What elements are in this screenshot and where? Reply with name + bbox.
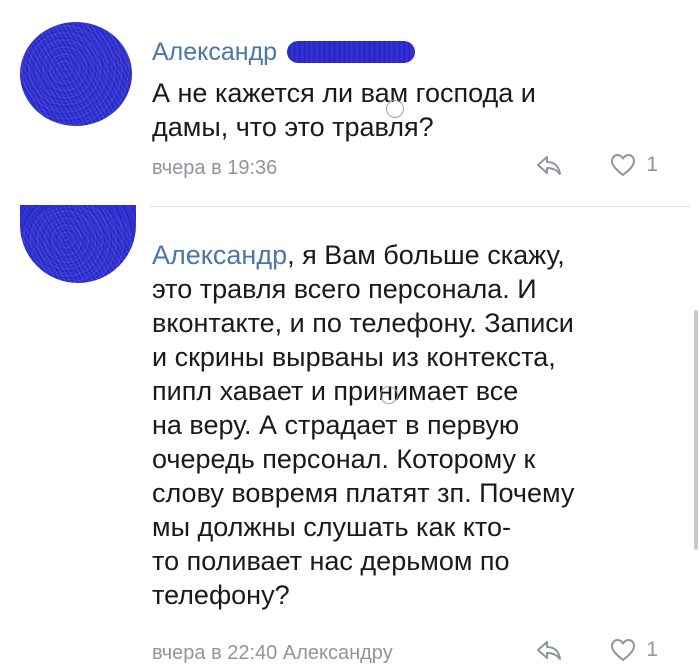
- reply-icon[interactable]: [534, 635, 564, 665]
- reply-mention-link[interactable]: Александр: [152, 240, 287, 270]
- like-count: 1: [646, 153, 658, 176]
- comment-actions: 1: [534, 150, 658, 180]
- comment-body: , я Вам больше скажу, это травля всего п…: [152, 240, 575, 610]
- like-count: 1: [646, 638, 658, 661]
- reply-icon[interactable]: [534, 150, 564, 180]
- avatar[interactable]: [20, 22, 132, 126]
- comment-actions: 1: [534, 635, 658, 665]
- redacted-surname: [287, 41, 416, 63]
- heart-icon: [608, 150, 638, 180]
- comment-timestamp[interactable]: вчера в 22:40 Александру: [152, 641, 393, 665]
- touch-indicator: [386, 100, 404, 118]
- author-name[interactable]: Александр: [152, 37, 277, 67]
- avatar[interactable]: [20, 205, 136, 283]
- comment-text: Александр, я Вам больше скажу, это травл…: [152, 238, 672, 612]
- comment-header: Александр: [152, 37, 416, 67]
- like-button[interactable]: 1: [608, 635, 658, 665]
- heart-icon: [608, 635, 638, 665]
- comment-timestamp[interactable]: вчера в 19:36: [152, 156, 277, 180]
- touch-indicator: [380, 386, 398, 404]
- scrollbar[interactable]: [694, 310, 698, 550]
- comment-divider: [150, 206, 690, 207]
- like-button[interactable]: 1: [608, 150, 658, 180]
